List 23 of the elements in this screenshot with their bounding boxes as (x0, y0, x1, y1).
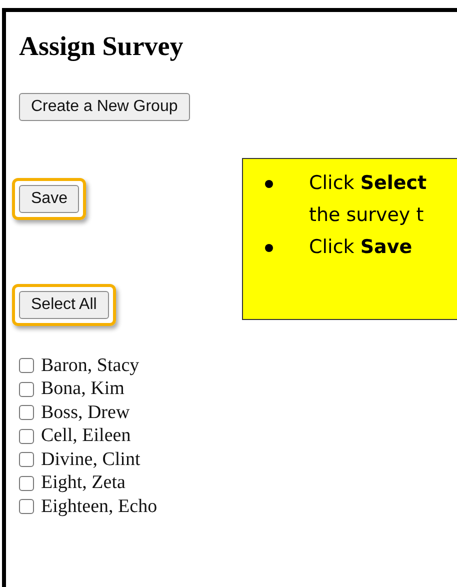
checkbox[interactable] (19, 358, 34, 374)
person-name: Eight, Zeta (41, 472, 126, 494)
person-name: Divine, Clint (41, 448, 140, 471)
checkbox[interactable] (19, 476, 34, 491)
checkbox[interactable] (19, 452, 34, 468)
bullet-icon (265, 180, 273, 188)
checkbox[interactable] (19, 382, 34, 397)
bullet-icon (265, 244, 273, 252)
person-name: Eighteen, Echo (41, 496, 158, 518)
person-name: Bona, Kim (41, 378, 124, 400)
checkbox[interactable] (19, 428, 34, 444)
checkbox[interactable] (19, 405, 34, 420)
person-name: Boss, Drew (41, 402, 130, 424)
action-button[interactable]: Create a New Group (19, 93, 190, 121)
action-button[interactable]: Save (19, 185, 80, 213)
action-button[interactable]: Select All (19, 291, 109, 319)
checkbox[interactable] (19, 499, 34, 514)
callout-text: the survey t (309, 203, 425, 228)
page-title: Assign Survey (19, 30, 184, 63)
callout-text: Click Save (309, 235, 412, 260)
person-name: Baron, Stacy (41, 354, 140, 377)
callout-text: Click Select (309, 171, 427, 196)
person-name: Cell, Eileen (41, 425, 131, 448)
